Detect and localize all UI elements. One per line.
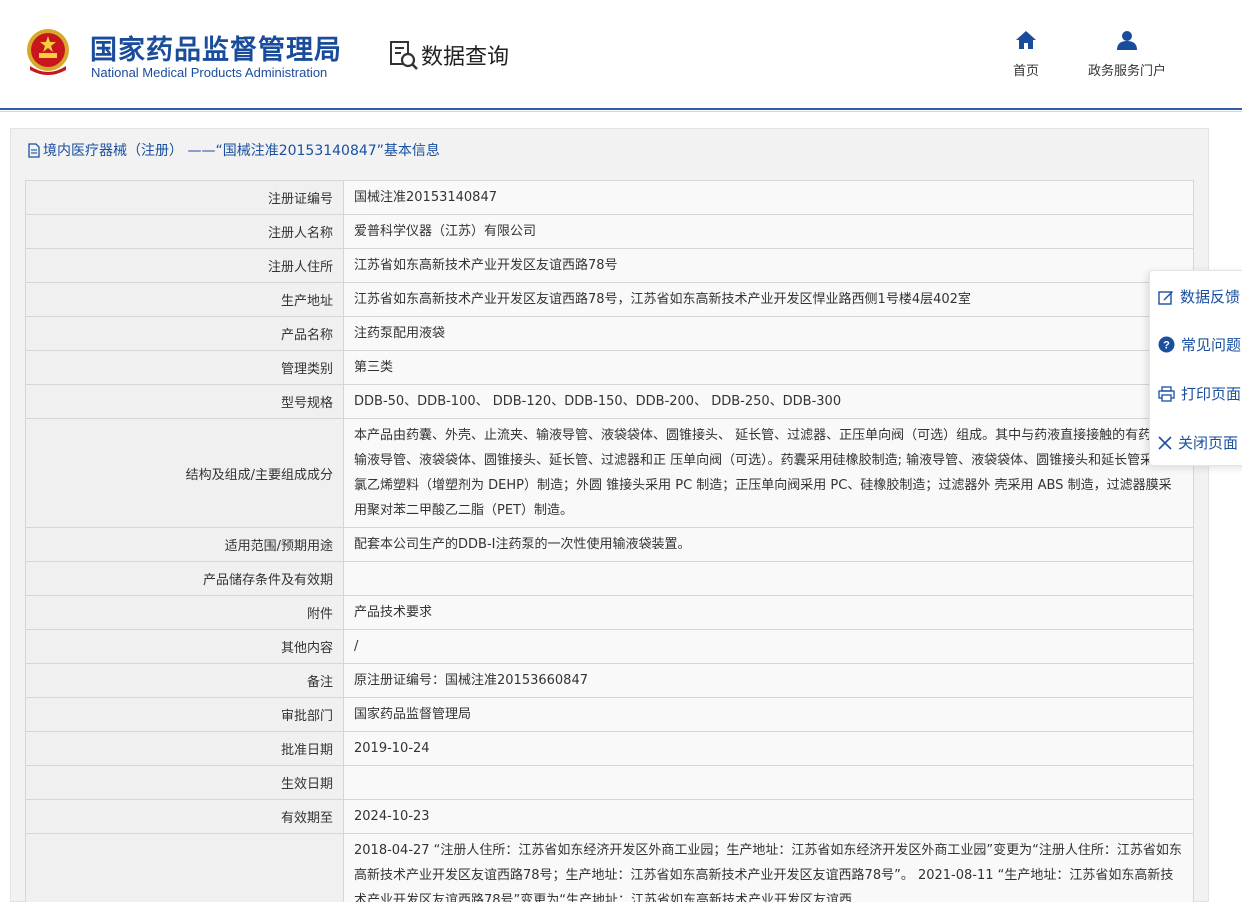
nav-service-portal[interactable]: 政务服务门户 bbox=[1080, 30, 1174, 79]
field-label: 产品储存条件及有效期 bbox=[25, 561, 344, 596]
table-row: 型号规格 DDB-50、DDB-100、 DDB-120、DDB-150、DDB-… bbox=[25, 384, 1194, 419]
field-label bbox=[25, 833, 344, 902]
field-value: 江苏省如东高新技术产业开发区友谊西路78号 bbox=[343, 248, 1194, 283]
table-row: 有效期至 2024-10-23 bbox=[25, 799, 1194, 834]
panel-title: 境内医疗器械（注册） ——“国械注准20153140847”基本信息 bbox=[27, 140, 440, 160]
field-label: 型号规格 bbox=[25, 384, 344, 419]
table-row: 注册人住所 江苏省如东高新技术产业开发区友谊西路78号 bbox=[25, 248, 1194, 283]
close-icon bbox=[1158, 435, 1172, 450]
field-value: 爱普科学仪器（江苏）有限公司 bbox=[343, 214, 1194, 249]
field-label: 批准日期 bbox=[25, 731, 344, 766]
field-label: 有效期至 bbox=[25, 799, 344, 834]
print-icon bbox=[1158, 385, 1175, 402]
info-table: 注册证编号 国械注准20153140847 注册人名称 爱普科学仪器（江苏）有限公司注… bbox=[25, 180, 1194, 902]
field-label: 附件 bbox=[25, 595, 344, 630]
print-label: 打印页面 bbox=[1181, 385, 1242, 403]
header-divider-light bbox=[0, 111, 1242, 112]
faq-button[interactable]: ? 常见问题 bbox=[1158, 334, 1241, 355]
home-icon bbox=[1016, 31, 1036, 49]
field-value: 第三类 bbox=[343, 350, 1194, 385]
field-label: 其他内容 bbox=[25, 629, 344, 664]
table-row: 审批部门 国家药品监督管理局 bbox=[25, 697, 1194, 732]
table-row: 注册证编号 国械注准20153140847 bbox=[25, 180, 1194, 215]
feedback-button[interactable]: 数据反馈 bbox=[1158, 286, 1240, 307]
field-label: 注册证编号 bbox=[25, 180, 344, 215]
panel-title-text: 境内医疗器械（注册） ——“国械注准20153140847”基本信息 bbox=[43, 143, 440, 159]
document-icon bbox=[28, 142, 40, 158]
side-toolbar: 数据反馈 ? 常见问题 打印页面 关闭页面 bbox=[1149, 270, 1242, 466]
table-row: 产品名称 注药泵配用液袋 bbox=[25, 316, 1194, 351]
table-row: 其他内容 / bbox=[25, 629, 1194, 664]
table-row: 注册人名称 爱普科学仪器（江苏）有限公司 bbox=[25, 214, 1194, 249]
field-value: 国家药品监督管理局 bbox=[343, 697, 1194, 732]
field-label: 备注 bbox=[25, 663, 344, 698]
table-row: 附件 产品技术要求 bbox=[25, 595, 1194, 630]
edit-icon bbox=[1158, 290, 1173, 305]
svg-text:?: ? bbox=[1163, 340, 1170, 352]
question-icon: ? bbox=[1158, 336, 1175, 353]
table-row: 2018-04-27 “注册人住所：江苏省如东经济开发区外商工业园；生产地址：江… bbox=[25, 833, 1194, 902]
table-row: 生产地址 江苏省如东高新技术产业开发区友谊西路78号，江苏省如东高新技术产业开发区… bbox=[25, 282, 1194, 317]
nav-portal-label: 政务服务门户 bbox=[1087, 64, 1166, 79]
nav-home[interactable]: 首页 bbox=[1006, 30, 1046, 79]
field-value: 江苏省如东高新技术产业开发区友谊西路78号，江苏省如东高新技术产业开发区悍业路西… bbox=[343, 282, 1194, 317]
close-page-button[interactable]: 关闭页面 bbox=[1158, 432, 1238, 453]
field-value: 2018-04-27 “注册人住所：江苏省如东经济开发区外商工业园；生产地址：江… bbox=[343, 833, 1194, 902]
table-row: 批准日期 2019-10-24 bbox=[25, 731, 1194, 766]
table-row: 产品储存条件及有效期 bbox=[25, 561, 1194, 596]
print-button[interactable]: 打印页面 bbox=[1158, 383, 1241, 404]
field-label: 生效日期 bbox=[25, 765, 344, 800]
table-row: 结构及组成/主要组成成分 本产品由药囊、外壳、止流夹、输液导管、液袋袋体、圆锥接头… bbox=[25, 418, 1194, 528]
field-label: 产品名称 bbox=[25, 316, 344, 351]
field-label: 管理类别 bbox=[25, 350, 344, 385]
section-title: 数据查询 bbox=[421, 45, 510, 70]
field-label: 适用范围/预期用途 bbox=[25, 527, 344, 562]
org-name-en[interactable]: National Medical Products Administration bbox=[91, 65, 327, 80]
field-label: 注册人住所 bbox=[25, 248, 344, 283]
field-value: 本产品由药囊、外壳、止流夹、输液导管、液袋袋体、圆锥接头、 延长管、过滤器、正压… bbox=[343, 418, 1194, 528]
field-value: 国械注准20153140847 bbox=[343, 180, 1194, 215]
field-value: / bbox=[343, 629, 1194, 664]
close-page-label: 关闭页面 bbox=[1178, 434, 1239, 452]
header-divider bbox=[0, 108, 1242, 110]
field-label: 审批部门 bbox=[25, 697, 344, 732]
user-icon bbox=[1117, 31, 1137, 50]
field-value: DDB-50、DDB-100、 DDB-120、DDB-150、DDB-200、… bbox=[343, 384, 1194, 419]
field-value bbox=[343, 561, 1194, 596]
field-value: 产品技术要求 bbox=[343, 595, 1194, 630]
field-value: 原注册证编号：国械注准20153660847 bbox=[343, 663, 1194, 698]
faq-label: 常见问题 bbox=[1181, 336, 1242, 354]
data-query-icon bbox=[390, 41, 418, 70]
org-name-cn[interactable]: 国家药品监督管理局 bbox=[90, 28, 342, 67]
table-row: 适用范围/预期用途 配套本公司生产的DDB-Ⅰ注药泵的一次性使用输液袋装置。 bbox=[25, 527, 1194, 562]
site-header: 国家药品监督管理局 National Medical Products Admi… bbox=[0, 0, 1242, 108]
field-value: 配套本公司生产的DDB-Ⅰ注药泵的一次性使用输液袋装置。 bbox=[343, 527, 1194, 562]
feedback-label: 数据反馈 bbox=[1180, 288, 1241, 306]
table-row: 管理类别 第三类 bbox=[25, 350, 1194, 385]
detail-panel: 境内医疗器械（注册） ——“国械注准20153140847”基本信息 注册证编号… bbox=[10, 128, 1209, 902]
field-value: 2024-10-23 bbox=[343, 799, 1194, 834]
table-row: 备注 原注册证编号：国械注准20153660847 bbox=[25, 663, 1194, 698]
table-row: 生效日期 bbox=[25, 765, 1194, 800]
field-label: 注册人名称 bbox=[25, 214, 344, 249]
national-emblem-icon[interactable] bbox=[22, 26, 74, 78]
field-value bbox=[343, 765, 1194, 800]
field-label: 结构及组成/主要组成成分 bbox=[25, 418, 344, 528]
nav-home-label: 首页 bbox=[1012, 64, 1039, 79]
field-label: 生产地址 bbox=[25, 282, 344, 317]
field-value: 注药泵配用液袋 bbox=[343, 316, 1194, 351]
field-value: 2019-10-24 bbox=[343, 731, 1194, 766]
